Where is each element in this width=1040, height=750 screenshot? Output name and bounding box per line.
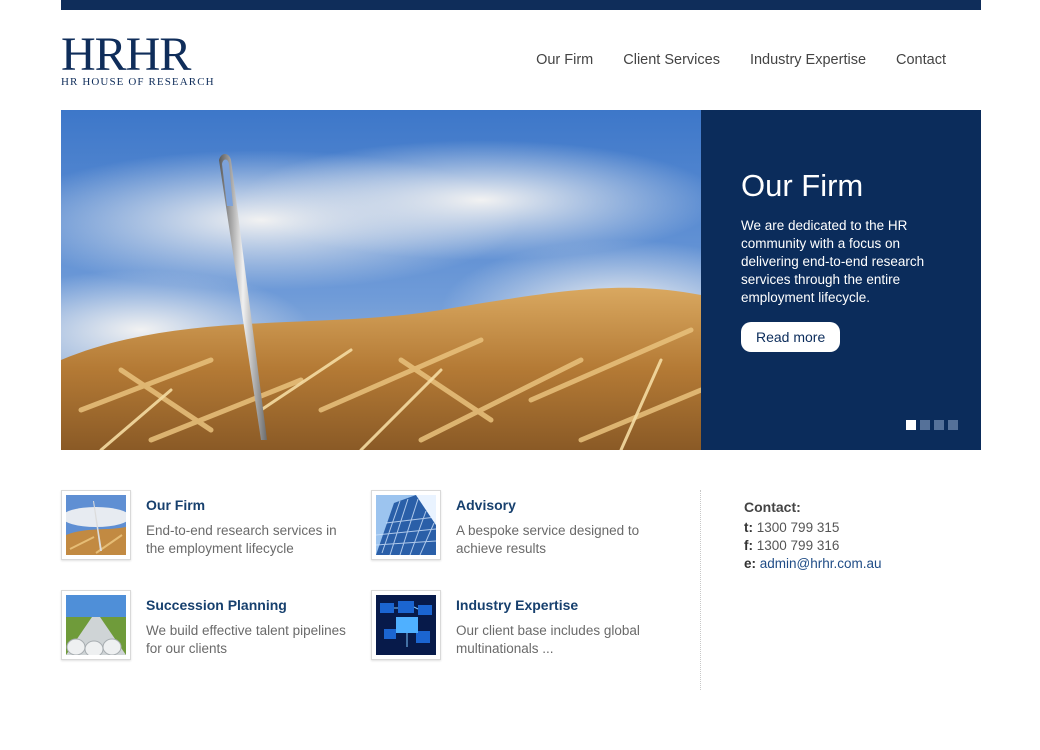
phone-value: 1300 799 315 (756, 520, 840, 535)
slider-dot-3[interactable] (934, 420, 944, 430)
nav-our-firm[interactable]: Our Firm (536, 52, 593, 68)
feature-title[interactable]: Industry Expertise (456, 597, 578, 613)
logo[interactable]: HRHR HR HOUSE OF RESEARCH (61, 28, 221, 89)
top-accent-bar (61, 0, 981, 10)
section-divider (700, 490, 701, 690)
read-more-button[interactable]: Read more (741, 322, 841, 352)
digital-screens-thumbnail-icon[interactable] (371, 590, 441, 660)
slider-pagination (906, 420, 958, 430)
hero-image-needle-haystack (61, 110, 701, 450)
main-nav: Our Firm Client Services Industry Expert… (536, 52, 946, 68)
email-link[interactable]: admin@hrhr.com.au (760, 556, 882, 571)
feature-title[interactable]: Advisory (456, 497, 516, 513)
feature-succession-planning: Succession Planning We build effective t… (61, 590, 361, 662)
contact-block: Contact: t: 1300 799 315 f: 1300 799 316… (744, 499, 974, 573)
nav-client-services[interactable]: Client Services (623, 52, 720, 68)
hero-title: Our Firm (741, 168, 864, 203)
feature-description: End-to-end research services in the empl… (146, 523, 337, 556)
nav-contact[interactable]: Contact (896, 52, 946, 68)
fax-label: f: (744, 538, 753, 553)
hero-text: We are dedicated to the HR community wit… (741, 218, 925, 305)
skyscraper-thumbnail-icon[interactable] (371, 490, 441, 560)
feature-advisory: Advisory A bespoke service designed to a… (371, 490, 671, 562)
feature-description: We build effective talent pipelines for … (146, 623, 346, 656)
contact-email: e: admin@hrhr.com.au (744, 555, 974, 573)
contact-fax: f: 1300 799 316 (744, 537, 974, 555)
logo-mark: HRHR (61, 28, 191, 81)
logo-tagline: HR HOUSE OF RESEARCH (61, 76, 215, 88)
hero-panel: Our Firm We are dedicated to the HR comm… (701, 110, 981, 450)
feature-our-firm: Our Firm End-to-end research services in… (61, 490, 361, 562)
phone-label: t: (744, 520, 753, 535)
pipelines-thumbnail-icon[interactable] (61, 590, 131, 660)
needle-haystack-thumbnail-icon[interactable] (61, 490, 131, 560)
feature-industry-expertise: Industry Expertise Our client base inclu… (371, 590, 671, 662)
feature-description: A bespoke service designed to achieve re… (456, 523, 640, 556)
contact-phone: t: 1300 799 315 (744, 519, 974, 537)
needle-haystack-illustration (61, 110, 701, 450)
feature-title[interactable]: Our Firm (146, 497, 205, 513)
slider-dot-2[interactable] (920, 420, 930, 430)
slider-dot-4[interactable] (948, 420, 958, 430)
feature-description: Our client base includes global multinat… (456, 623, 640, 656)
nav-industry-expertise[interactable]: Industry Expertise (750, 52, 866, 68)
contact-title: Contact: (744, 499, 801, 515)
email-label: e: (744, 556, 757, 571)
hero-slider: Our Firm We are dedicated to the HR comm… (61, 110, 981, 450)
slider-dot-1[interactable] (906, 420, 916, 430)
fax-value: 1300 799 316 (756, 538, 840, 553)
feature-title[interactable]: Succession Planning (146, 597, 287, 613)
